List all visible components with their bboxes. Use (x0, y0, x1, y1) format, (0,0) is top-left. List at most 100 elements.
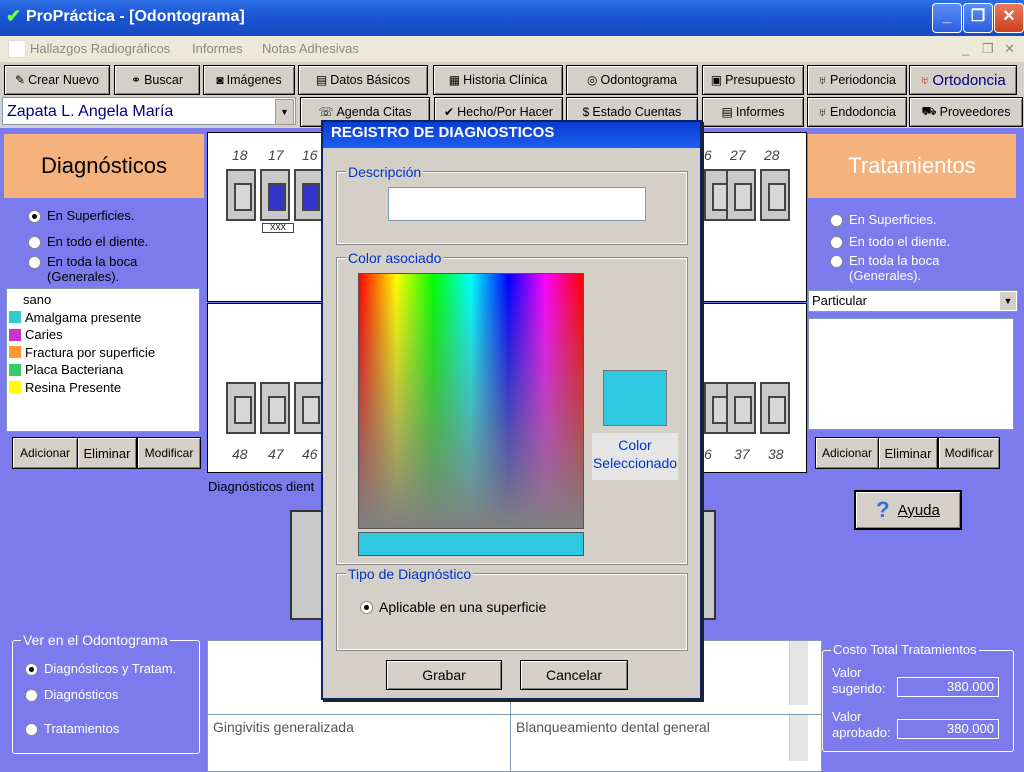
minimize-button[interactable]: _ (932, 3, 962, 33)
diag-adicionar-button[interactable]: Adicionar (12, 437, 78, 469)
tooth-28[interactable] (760, 169, 790, 221)
tratamientos-list[interactable] (808, 318, 1014, 430)
list-item[interactable]: Amalgama presente (9, 309, 197, 327)
chevron-down-icon[interactable]: ▼ (275, 99, 294, 125)
menu-notas[interactable]: Notas Adhesivas (262, 41, 359, 56)
tooth-18[interactable] (226, 169, 256, 221)
list-item[interactable]: Caries (9, 326, 197, 344)
presupuesto-button[interactable]: ▣ Presupuesto (702, 65, 804, 95)
buscar-button[interactable]: ⚭ Buscar (114, 65, 200, 95)
endodoncia-button[interactable]: ♅ Endodoncia (807, 97, 907, 127)
tooth-detail-left (290, 510, 324, 620)
tipo-radio-superficie[interactable]: Aplicable en una superficie (360, 599, 546, 615)
phone-icon: ☏ (318, 105, 334, 119)
diag-radio-diente[interactable]: En todo el diente. (28, 234, 148, 249)
radio-dot (360, 601, 373, 614)
tooth-surface[interactable] (734, 183, 752, 211)
informes-button[interactable]: ▤ Informes (702, 97, 804, 127)
valor-aprobado-field[interactable]: 380.000 (897, 719, 999, 739)
trat-modificar-button[interactable]: Modificar (938, 437, 1000, 469)
tooth-surface[interactable] (234, 396, 252, 424)
tooth-16[interactable] (294, 169, 324, 221)
help-icon: ? (876, 497, 890, 522)
tooth-marker: XXX (262, 223, 294, 233)
datos-basicos-button[interactable]: ▤ Datos Básicos (298, 65, 428, 95)
mdi-minimize-button[interactable]: _ (962, 41, 969, 56)
diag-eliminar-button[interactable]: Eliminar (77, 437, 137, 469)
list-item[interactable]: Fractura por superficie (9, 344, 197, 362)
patient-name: Zapata L. Angela María (7, 103, 174, 120)
tooth-icon: ♅ (817, 105, 827, 119)
tooth-17[interactable] (260, 169, 290, 221)
general-diagnosis-value[interactable]: Gingivitis generalizada (207, 714, 519, 772)
list-item[interactable]: sano (9, 291, 197, 309)
tooth-surface[interactable] (768, 396, 786, 424)
costo-total-title: Costo Total Tratamientos (831, 642, 979, 657)
mdi-close-button[interactable]: ✕ (1004, 41, 1015, 57)
imagenes-button[interactable]: ◙ Imágenes (203, 65, 295, 95)
descripcion-input[interactable] (388, 187, 646, 221)
tooth-surface[interactable] (302, 183, 320, 211)
color-swatch (9, 381, 21, 394)
tooth-46[interactable] (294, 382, 324, 434)
trat-eliminar-button[interactable]: Eliminar (878, 437, 938, 469)
ver-radio-diagnosticos[interactable]: Diagnósticos (25, 687, 118, 702)
ayuda-button[interactable]: ? Ayuda (854, 490, 962, 530)
printer-icon: ▦ (448, 73, 461, 87)
list-item[interactable]: Placa Bacteriana (9, 361, 197, 379)
bottom-scrollbar[interactable] (789, 715, 808, 761)
cancelar-button[interactable]: Cancelar (520, 660, 628, 690)
crear-nuevo-button[interactable]: ✎ Crear Nuevo (4, 65, 110, 95)
mdi-restore-button[interactable]: ❐ (982, 41, 994, 57)
tooth-27[interactable] (726, 169, 756, 221)
tooth-surface[interactable] (268, 183, 286, 211)
ver-radio-ambos[interactable]: Diagnósticos y Tratam. (25, 661, 176, 676)
tooth-surface[interactable] (302, 396, 320, 424)
ver-radio-tratamientos[interactable]: Tratamientos (25, 721, 119, 736)
ortodoncia-button[interactable]: ♅ Ortodoncia (909, 65, 1017, 95)
tooth-surface[interactable] (234, 183, 252, 211)
historia-clinica-button[interactable]: ▦ Historia Clínica (433, 65, 563, 95)
patient-select[interactable]: Zapata L. Angela María ▼ (2, 97, 296, 125)
app-check-icon: ✔ (6, 6, 22, 26)
tooth-38[interactable] (760, 382, 790, 434)
diag-radio-superficies[interactable]: En Superficies. (28, 208, 134, 223)
tooth-47[interactable] (260, 382, 290, 434)
trat-adicionar-button[interactable]: Adicionar (815, 437, 879, 469)
tipo-diagnostico-label: Tipo de Diagnóstico (346, 566, 474, 582)
person-icon: ✎ (15, 73, 26, 87)
trat-radio-diente[interactable]: En todo el diente. (830, 234, 950, 249)
binoculars-icon: ⚭ (131, 73, 142, 87)
odontograma-button[interactable]: ◎ Odontograma (566, 65, 698, 95)
tooth-surface[interactable] (734, 396, 752, 424)
list-item[interactable]: Resina Presente (9, 379, 197, 397)
diag-modificar-button[interactable]: Modificar (137, 437, 201, 469)
tooth-37[interactable] (726, 382, 756, 434)
descripcion-group: Descripción (336, 164, 688, 245)
close-button[interactable]: ✕ (994, 3, 1024, 33)
grabar-button[interactable]: Grabar (386, 660, 502, 690)
tooth-48[interactable] (226, 382, 256, 434)
proveedores-button[interactable]: ⛟ Proveedores (909, 97, 1023, 127)
valor-sugerido-field[interactable]: 380.000 (897, 677, 999, 697)
trat-radio-boca[interactable]: En toda la boca (Generales). (830, 253, 980, 283)
diag-radio-boca[interactable]: En toda la boca (Generales). (28, 254, 188, 284)
valor-aprobado-label: Valor aprobado: (832, 709, 891, 740)
chevron-down-icon[interactable]: ▼ (1000, 292, 1016, 310)
menu-hallazgos[interactable]: Hallazgos Radiográficos (30, 41, 170, 56)
radio-dot (25, 689, 38, 702)
dialog-title: REGISTRO DE DIAGNOSTICOS (323, 122, 700, 148)
menu-informes[interactable]: Informes (192, 41, 243, 56)
treatments-scrollbar[interactable] (789, 641, 808, 705)
periodoncia-button[interactable]: ♅ Periodoncia (807, 65, 907, 95)
maximize-button[interactable]: ❐ (963, 3, 993, 33)
general-treatment-value[interactable]: Blanqueamiento dental general (510, 714, 822, 772)
color-spectrum-picker[interactable] (358, 273, 584, 529)
diagnosticos-list[interactable]: sano Amalgama presente Caries Fractura p… (6, 288, 200, 432)
tooth-surface[interactable] (768, 183, 786, 211)
register-icon: ▣ (710, 73, 723, 87)
tooth-number: 16 (302, 147, 318, 163)
trat-radio-superficies[interactable]: En Superficies. (830, 212, 936, 227)
tooth-surface[interactable] (268, 396, 286, 424)
tratamientos-select[interactable]: Particular ▼ (808, 290, 1018, 312)
